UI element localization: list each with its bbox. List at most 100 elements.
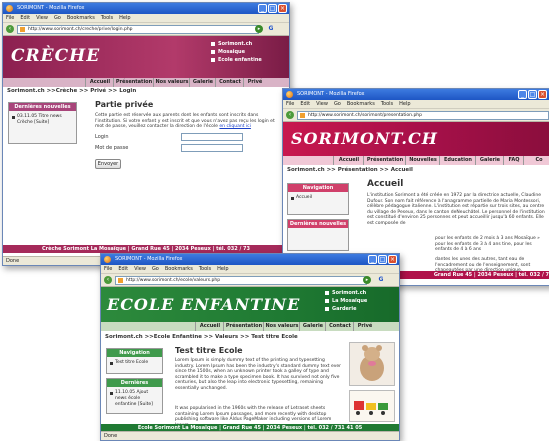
- lorem-paragraph-1: Lorem Ipsum is simply dummy text of the …: [175, 358, 342, 391]
- back-icon[interactable]: ‹: [104, 276, 112, 284]
- banner-menu: Sorimont.ch La Mosaïque Garderie: [325, 289, 367, 313]
- nav-presentation[interactable]: Présentation: [113, 78, 154, 87]
- menu-bookmarks[interactable]: Bookmarks: [67, 15, 95, 21]
- nav-contact[interactable]: Contact: [325, 322, 354, 331]
- banner-link-sorimont[interactable]: Sorimont.ch: [211, 40, 262, 48]
- firefox-icon: [6, 5, 13, 12]
- menu-go[interactable]: Go: [54, 15, 61, 21]
- nav-box-title: Navigation: [288, 184, 348, 192]
- nav-valeurs[interactable]: Nos valeurs: [153, 78, 190, 87]
- menu-bar: File Edit View Go Bookmarks Tools Help: [101, 265, 399, 274]
- nav-presentation[interactable]: Présentation: [223, 322, 264, 331]
- news-box: Dernières nouvelles 03.11.05 Titre news …: [8, 102, 77, 144]
- close-button[interactable]: ×: [538, 90, 547, 99]
- browser-window-creche: SORIMONT - Mozilla Firefox _ □ × File Edit V…: [2, 2, 290, 266]
- menu-bookmarks[interactable]: Bookmarks: [347, 101, 375, 107]
- nav-item-accueil[interactable]: Accueil: [288, 192, 348, 204]
- go-icon[interactable]: ▸: [255, 25, 263, 33]
- menu-tools[interactable]: Tools: [381, 101, 393, 107]
- banner-link-garderie[interactable]: Garderie: [325, 305, 367, 313]
- menu-help[interactable]: Help: [217, 266, 228, 272]
- search-engine-icon[interactable]: G: [377, 276, 385, 284]
- nav-presentation[interactable]: Présentation: [363, 156, 406, 165]
- menu-edit[interactable]: Edit: [118, 266, 128, 272]
- menu-bar: File Edit View Go Bookmarks Tools Help: [283, 100, 549, 109]
- nav-box: Navigation Accueil: [287, 183, 349, 215]
- nav-galerie[interactable]: Galerie: [189, 78, 216, 87]
- search-engine-icon[interactable]: G: [267, 25, 275, 33]
- title-bar[interactable]: SORIMONT - Mozilla Firefox _ □ ×: [101, 254, 399, 265]
- minimize-button[interactable]: _: [258, 4, 267, 13]
- menu-tools[interactable]: Tools: [199, 266, 211, 272]
- nav-education[interactable]: Education: [439, 156, 476, 165]
- back-icon[interactable]: ‹: [286, 111, 294, 119]
- news-box: Dernières nouvelles: [287, 219, 349, 251]
- maximize-button[interactable]: □: [528, 90, 537, 99]
- title-bar[interactable]: SORIMONT - Mozilla Firefox _ □ ×: [283, 89, 549, 100]
- address-bar: ‹ http://www.sorimont.ch/sorimont/presen…: [283, 109, 549, 122]
- firefox-icon: [104, 256, 111, 263]
- maximize-button[interactable]: □: [268, 4, 277, 13]
- nav-prive[interactable]: Privé: [353, 322, 376, 331]
- menu-view[interactable]: View: [134, 266, 146, 272]
- url-input[interactable]: http://www.sorimont.ch/ecole/valeurs.php: [115, 276, 367, 285]
- window-title: SORIMONT - Mozilla Firefox: [17, 5, 85, 11]
- banner-link-ecole[interactable]: Ecole enfantine: [211, 56, 262, 64]
- menu-help[interactable]: Help: [399, 101, 410, 107]
- menu-tools[interactable]: Tools: [101, 15, 113, 21]
- nav-accueil[interactable]: Accueil: [85, 78, 114, 87]
- menu-file[interactable]: File: [104, 266, 112, 272]
- minimize-button[interactable]: _: [368, 255, 377, 264]
- menu-help[interactable]: Help: [119, 15, 130, 21]
- nav-faq[interactable]: FAQ: [503, 156, 524, 165]
- nav-contact[interactable]: Co: [523, 156, 549, 165]
- banner-link-mosaique[interactable]: Mosaique: [211, 48, 262, 56]
- contact-link[interactable]: en cliquant ici: [219, 124, 251, 129]
- menu-file[interactable]: File: [6, 15, 14, 21]
- minimize-button[interactable]: _: [518, 90, 527, 99]
- breadcrumb: Sorimont.ch >>Ecole Enfantine >> Valeurs…: [105, 334, 298, 340]
- menu-edit[interactable]: Edit: [300, 101, 310, 107]
- menu-edit[interactable]: Edit: [20, 15, 30, 21]
- teddy-bear-image: [349, 342, 395, 386]
- nav-valeurs[interactable]: Nos valeurs: [263, 322, 300, 331]
- banner-link-mosaique[interactable]: La Mosaïque: [325, 297, 367, 305]
- nav-nouvelles[interactable]: Nouvelles: [405, 156, 440, 165]
- go-icon[interactable]: ▸: [363, 276, 371, 284]
- nav-item-test-titre[interactable]: Test titre Ecole: [107, 357, 162, 369]
- nav-galerie[interactable]: Galerie: [475, 156, 504, 165]
- close-button[interactable]: ×: [278, 4, 287, 13]
- maximize-button[interactable]: □: [378, 255, 387, 264]
- menu-bookmarks[interactable]: Bookmarks: [165, 266, 193, 272]
- nav-contact[interactable]: Contact: [215, 78, 244, 87]
- nav-galerie[interactable]: Galerie: [299, 322, 326, 331]
- submit-button[interactable]: Envoyer: [95, 159, 121, 169]
- window-title: SORIMONT - Mozilla Firefox: [297, 91, 365, 97]
- back-icon[interactable]: ‹: [6, 25, 14, 33]
- menu-go[interactable]: Go: [334, 101, 341, 107]
- site-banner: SORIMONT.CH: [283, 122, 549, 156]
- menu-file[interactable]: File: [286, 101, 294, 107]
- nav-accueil[interactable]: Accueil: [195, 322, 224, 331]
- nav-accueil[interactable]: Accueil: [333, 156, 364, 165]
- status-bar: Done: [101, 431, 399, 440]
- news-item[interactable]: 11.10.05 Ajout news école enfantine [Sui…: [107, 387, 162, 411]
- url-input[interactable]: http://www.sorimont.ch/sorimont/presenta…: [297, 111, 549, 120]
- menu-view[interactable]: View: [316, 101, 328, 107]
- menu-view[interactable]: View: [36, 15, 48, 21]
- banner-link-sorimont[interactable]: Sorimont.ch: [325, 289, 367, 297]
- close-button[interactable]: ×: [388, 255, 397, 264]
- browser-window-ecole: SORIMONT - Mozilla Firefox _ □ × File Edit V…: [100, 253, 400, 441]
- password-input[interactable]: [181, 144, 243, 152]
- url-input[interactable]: http://www.sorimont.ch/creche/prive/logi…: [17, 25, 259, 34]
- nav-prive[interactable]: Privé: [243, 78, 266, 87]
- firefox-icon: [286, 91, 293, 98]
- title-bar[interactable]: SORIMONT - Mozilla Firefox _ □ ×: [3, 3, 289, 14]
- news-item[interactable]: 03.11.05 Titre news Crèche [Suite]: [9, 111, 76, 129]
- favicon-icon: [300, 113, 305, 118]
- site-footer: Crèche Sorimont La Mosaïque | Grand Rue …: [3, 245, 289, 253]
- site-logo: ECOLE ENFANTINE: [107, 295, 301, 314]
- login-input[interactable]: [181, 133, 243, 141]
- news-box-title: Dernières nouvelles: [288, 220, 348, 228]
- menu-go[interactable]: Go: [152, 266, 159, 272]
